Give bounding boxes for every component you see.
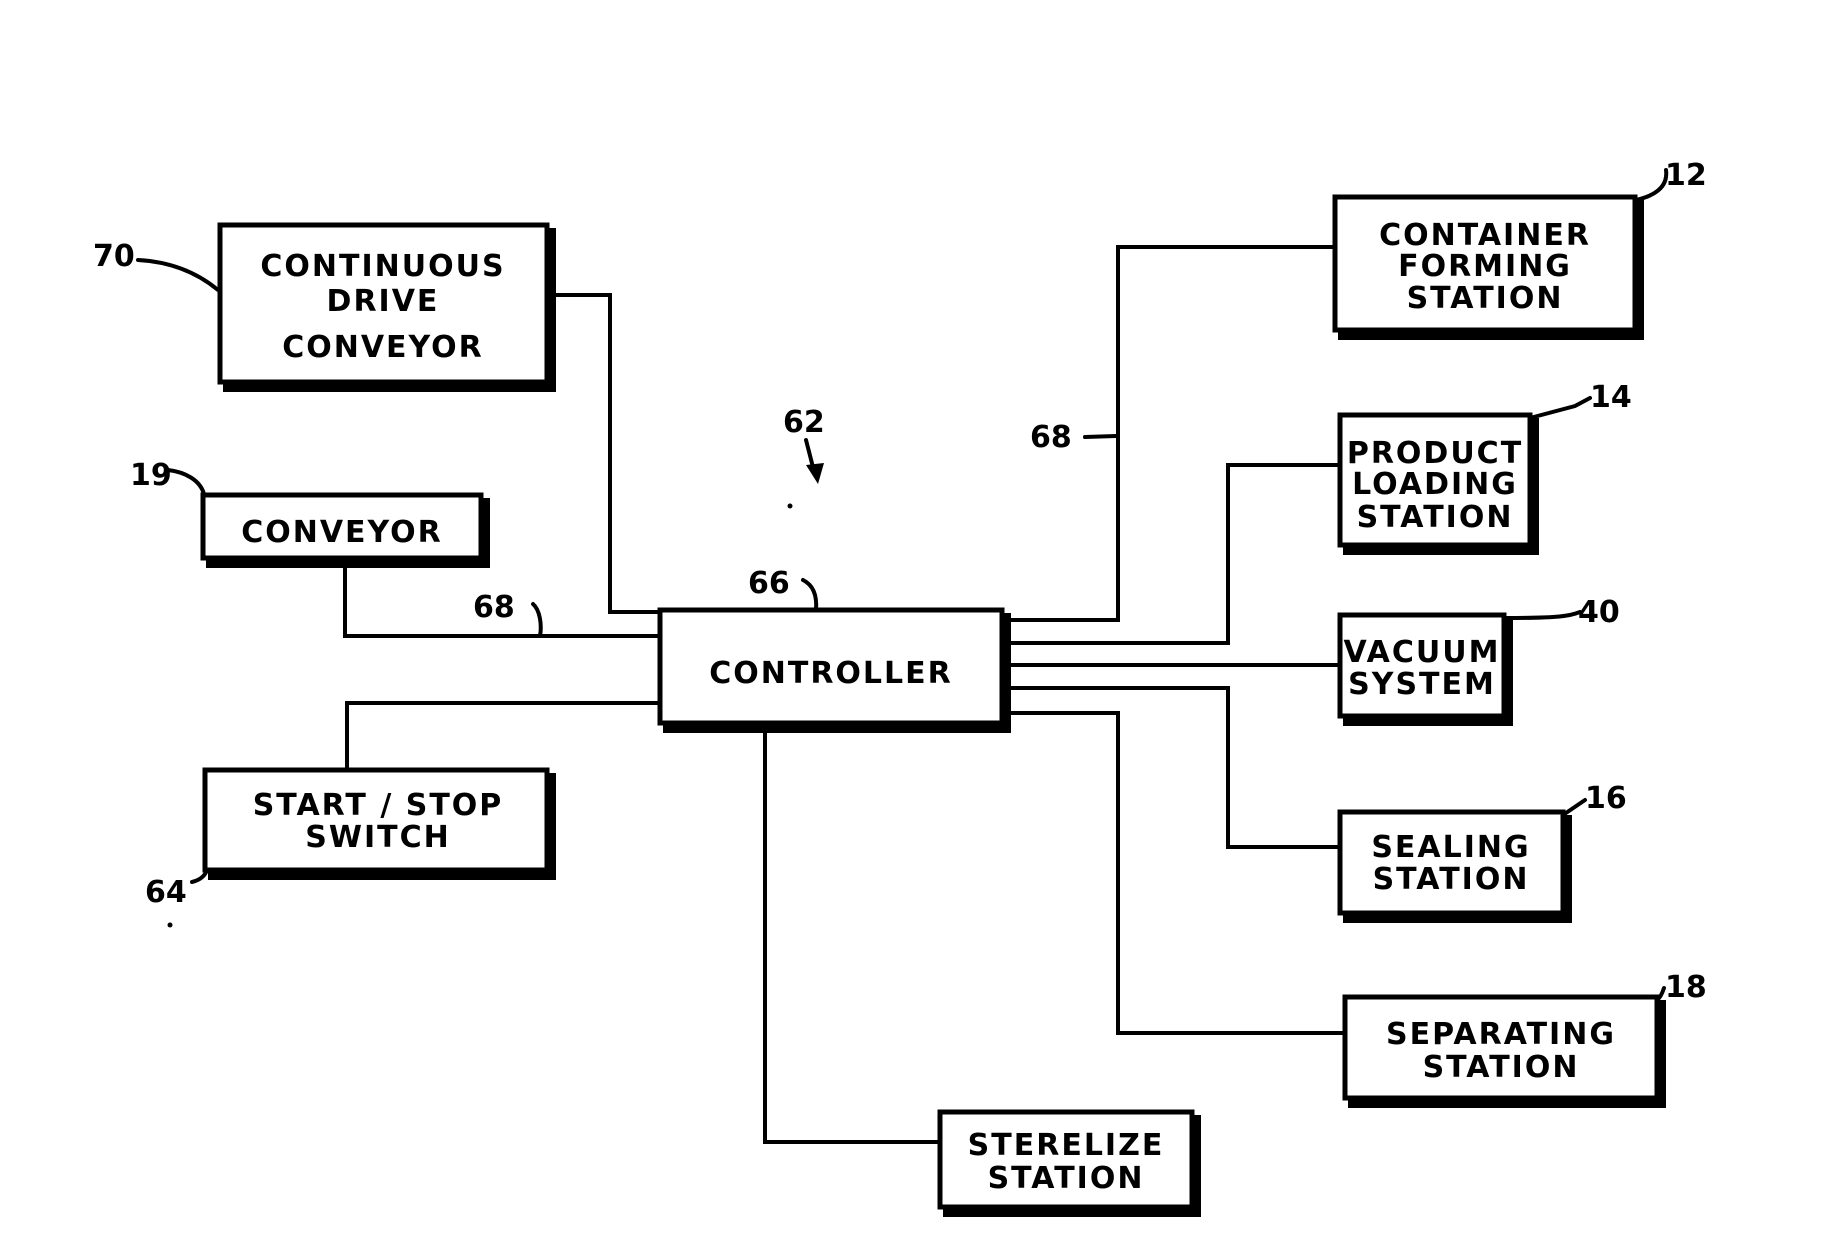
wire-sterelize-station bbox=[763, 728, 940, 1144]
block-container-forming-station: CONTAINER FORMING STATION bbox=[1332, 194, 1644, 340]
leader-40 bbox=[1503, 610, 1582, 620]
block-line: CONTINUOUS bbox=[260, 249, 505, 284]
block-conveyor: CONVEYOR bbox=[200, 492, 490, 568]
ref-14: 14 bbox=[1590, 380, 1632, 415]
leader-68-right bbox=[1083, 434, 1118, 439]
block-line: CONTAINER bbox=[1379, 218, 1591, 253]
block-diagram: CONTINUOUS DRIVE CONVEYOR CONVEYOR START… bbox=[93, 158, 1707, 1217]
block-line: CONVEYOR bbox=[282, 330, 484, 365]
wire-separating-station bbox=[1005, 711, 1345, 1035]
leader-16 bbox=[1561, 798, 1587, 817]
controller-label: CONTROLLER bbox=[709, 656, 953, 691]
wire-continuous-drive-conveyor bbox=[555, 293, 660, 614]
block-line: START / STOP bbox=[253, 788, 504, 823]
block-line: STATION bbox=[1373, 862, 1530, 897]
scan-speck bbox=[167, 922, 173, 928]
block-line: SYSTEM bbox=[1348, 667, 1496, 702]
block-line: STATION bbox=[988, 1161, 1145, 1196]
wire-product-loading-station bbox=[1005, 463, 1340, 645]
block-line: FORMING bbox=[1398, 249, 1572, 284]
ref-70: 70 bbox=[93, 239, 135, 274]
block-vacuum-system: VACUUM SYSTEM bbox=[1337, 612, 1513, 726]
block-line: VACUUM bbox=[1344, 635, 1501, 670]
block-controller: CONTROLLER bbox=[657, 607, 1011, 733]
ref-16: 16 bbox=[1585, 781, 1627, 816]
block-line: STATION bbox=[1357, 500, 1514, 535]
wire-start-stop-switch bbox=[345, 701, 660, 770]
leader-19 bbox=[166, 468, 206, 496]
block-start-stop-switch: START / STOP SWITCH bbox=[202, 767, 556, 880]
block-sealing-station: SEALING STATION bbox=[1337, 809, 1572, 923]
scan-speck bbox=[787, 503, 793, 509]
block-line: LOADING bbox=[1352, 467, 1518, 502]
ref-68-right: 68 bbox=[1030, 420, 1072, 455]
ref-40: 40 bbox=[1578, 595, 1620, 630]
ref-62: 62 bbox=[783, 405, 825, 440]
leader-14 bbox=[1528, 396, 1592, 420]
block-product-loading-station: PRODUCT LOADING STATION bbox=[1337, 412, 1539, 555]
block-continuous-drive-conveyor: CONTINUOUS DRIVE CONVEYOR bbox=[217, 222, 556, 392]
block-line: DRIVE bbox=[327, 284, 440, 319]
leader-12 bbox=[1634, 168, 1669, 202]
block-line: SWITCH bbox=[305, 820, 450, 855]
block-line: STERELIZE bbox=[968, 1128, 1165, 1163]
block-line: SEALING bbox=[1371, 830, 1530, 865]
block-line: STATION bbox=[1423, 1050, 1580, 1085]
block-line: SEPARATING bbox=[1386, 1017, 1616, 1052]
ref-19: 19 bbox=[130, 458, 172, 493]
arrow-62-head bbox=[806, 463, 824, 484]
block-line: CONVEYOR bbox=[241, 515, 443, 550]
ref-66: 66 bbox=[748, 566, 790, 601]
block-line: STATION bbox=[1407, 281, 1564, 316]
block-line: PRODUCT bbox=[1347, 436, 1523, 471]
leader-66 bbox=[801, 578, 819, 612]
ref-12: 12 bbox=[1665, 158, 1707, 193]
leader-68-left bbox=[531, 602, 543, 638]
leader-70 bbox=[136, 258, 220, 292]
ref-68-left: 68 bbox=[473, 590, 515, 625]
ref-64: 64 bbox=[145, 875, 187, 910]
leader-18 bbox=[1655, 986, 1666, 1002]
ref-18: 18 bbox=[1665, 970, 1707, 1005]
block-separating-station: SEPARATING STATION bbox=[1342, 994, 1666, 1108]
leader-64 bbox=[190, 868, 209, 884]
block-sterelize-station: STERELIZE STATION bbox=[937, 1109, 1201, 1217]
